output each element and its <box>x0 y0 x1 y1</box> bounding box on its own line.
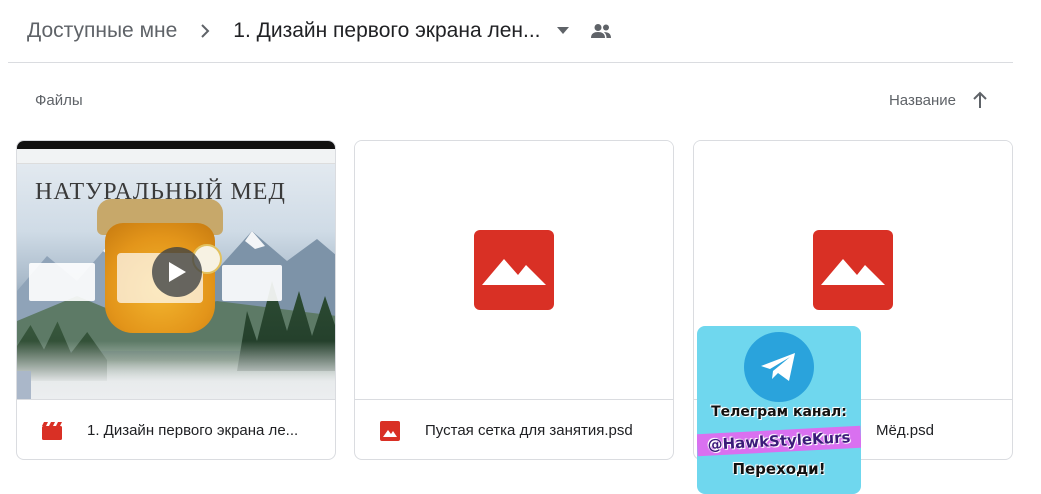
file-card-footer: 1. Дизайн первого экрана ле... <box>17 399 335 459</box>
file-thumbnail[interactable] <box>355 141 673 399</box>
preview-left-strip <box>17 371 31 399</box>
sort-label: Название <box>888 91 956 109</box>
chevron-right-icon <box>193 19 217 43</box>
preview-window-bar <box>17 141 335 149</box>
shared-people-icon <box>589 19 613 43</box>
breadcrumb-current-folder[interactable]: 1. Дизайн первого экрана лен... <box>233 19 540 43</box>
folder-menu-dropdown-icon[interactable] <box>551 19 575 43</box>
preview-browser-bar <box>17 149 335 164</box>
breadcrumb-root-shared-with-me[interactable]: Доступные мне <box>27 19 177 43</box>
telegram-handle: @HawkStyleKurs <box>697 425 861 457</box>
file-card-footer: Пустая сетка для занятия.psd <box>355 399 673 459</box>
file-name: 1. Дизайн первого экрана ле... <box>87 422 299 439</box>
telegram-promo-overlay[interactable]: Телеграм канал: @HawkStyleKurs Переходи! <box>697 326 861 494</box>
image-icon <box>379 420 401 442</box>
telegram-icon <box>744 332 814 402</box>
image-icon <box>813 230 893 310</box>
file-thumbnail[interactable]: НАТУРАЛЬНЫЙ МЕД <box>17 141 335 399</box>
arrow-up-icon[interactable] <box>968 88 992 112</box>
video-preview: НАТУРАЛЬНЫЙ МЕД <box>17 141 335 399</box>
file-card[interactable]: Пустая сетка для занятия.psd <box>354 140 674 460</box>
image-icon <box>474 230 554 310</box>
telegram-channel-label: Телеграм канал: <box>711 404 847 420</box>
play-icon[interactable] <box>152 247 202 297</box>
sort-by-name-button[interactable]: Название <box>889 88 992 112</box>
file-name: Пустая сетка для занятия.psd <box>425 422 633 439</box>
preview-info-panel-left <box>29 263 95 301</box>
breadcrumb: Доступные мне 1. Дизайн первого экрана л… <box>8 0 1013 63</box>
drive-folder-view: Доступные мне 1. Дизайн первого экрана л… <box>0 0 1041 494</box>
file-name: Мёд.psd <box>876 422 934 439</box>
preview-info-panel-right <box>222 265 282 301</box>
fog-overlay <box>17 341 335 399</box>
files-section-title: Файлы <box>35 92 83 109</box>
telegram-call-to-action: Переходи! <box>732 460 826 478</box>
file-card[interactable]: НАТУРАЛЬНЫЙ МЕД 1. Дизайн первого экрана… <box>16 140 336 460</box>
video-icon <box>41 420 63 442</box>
